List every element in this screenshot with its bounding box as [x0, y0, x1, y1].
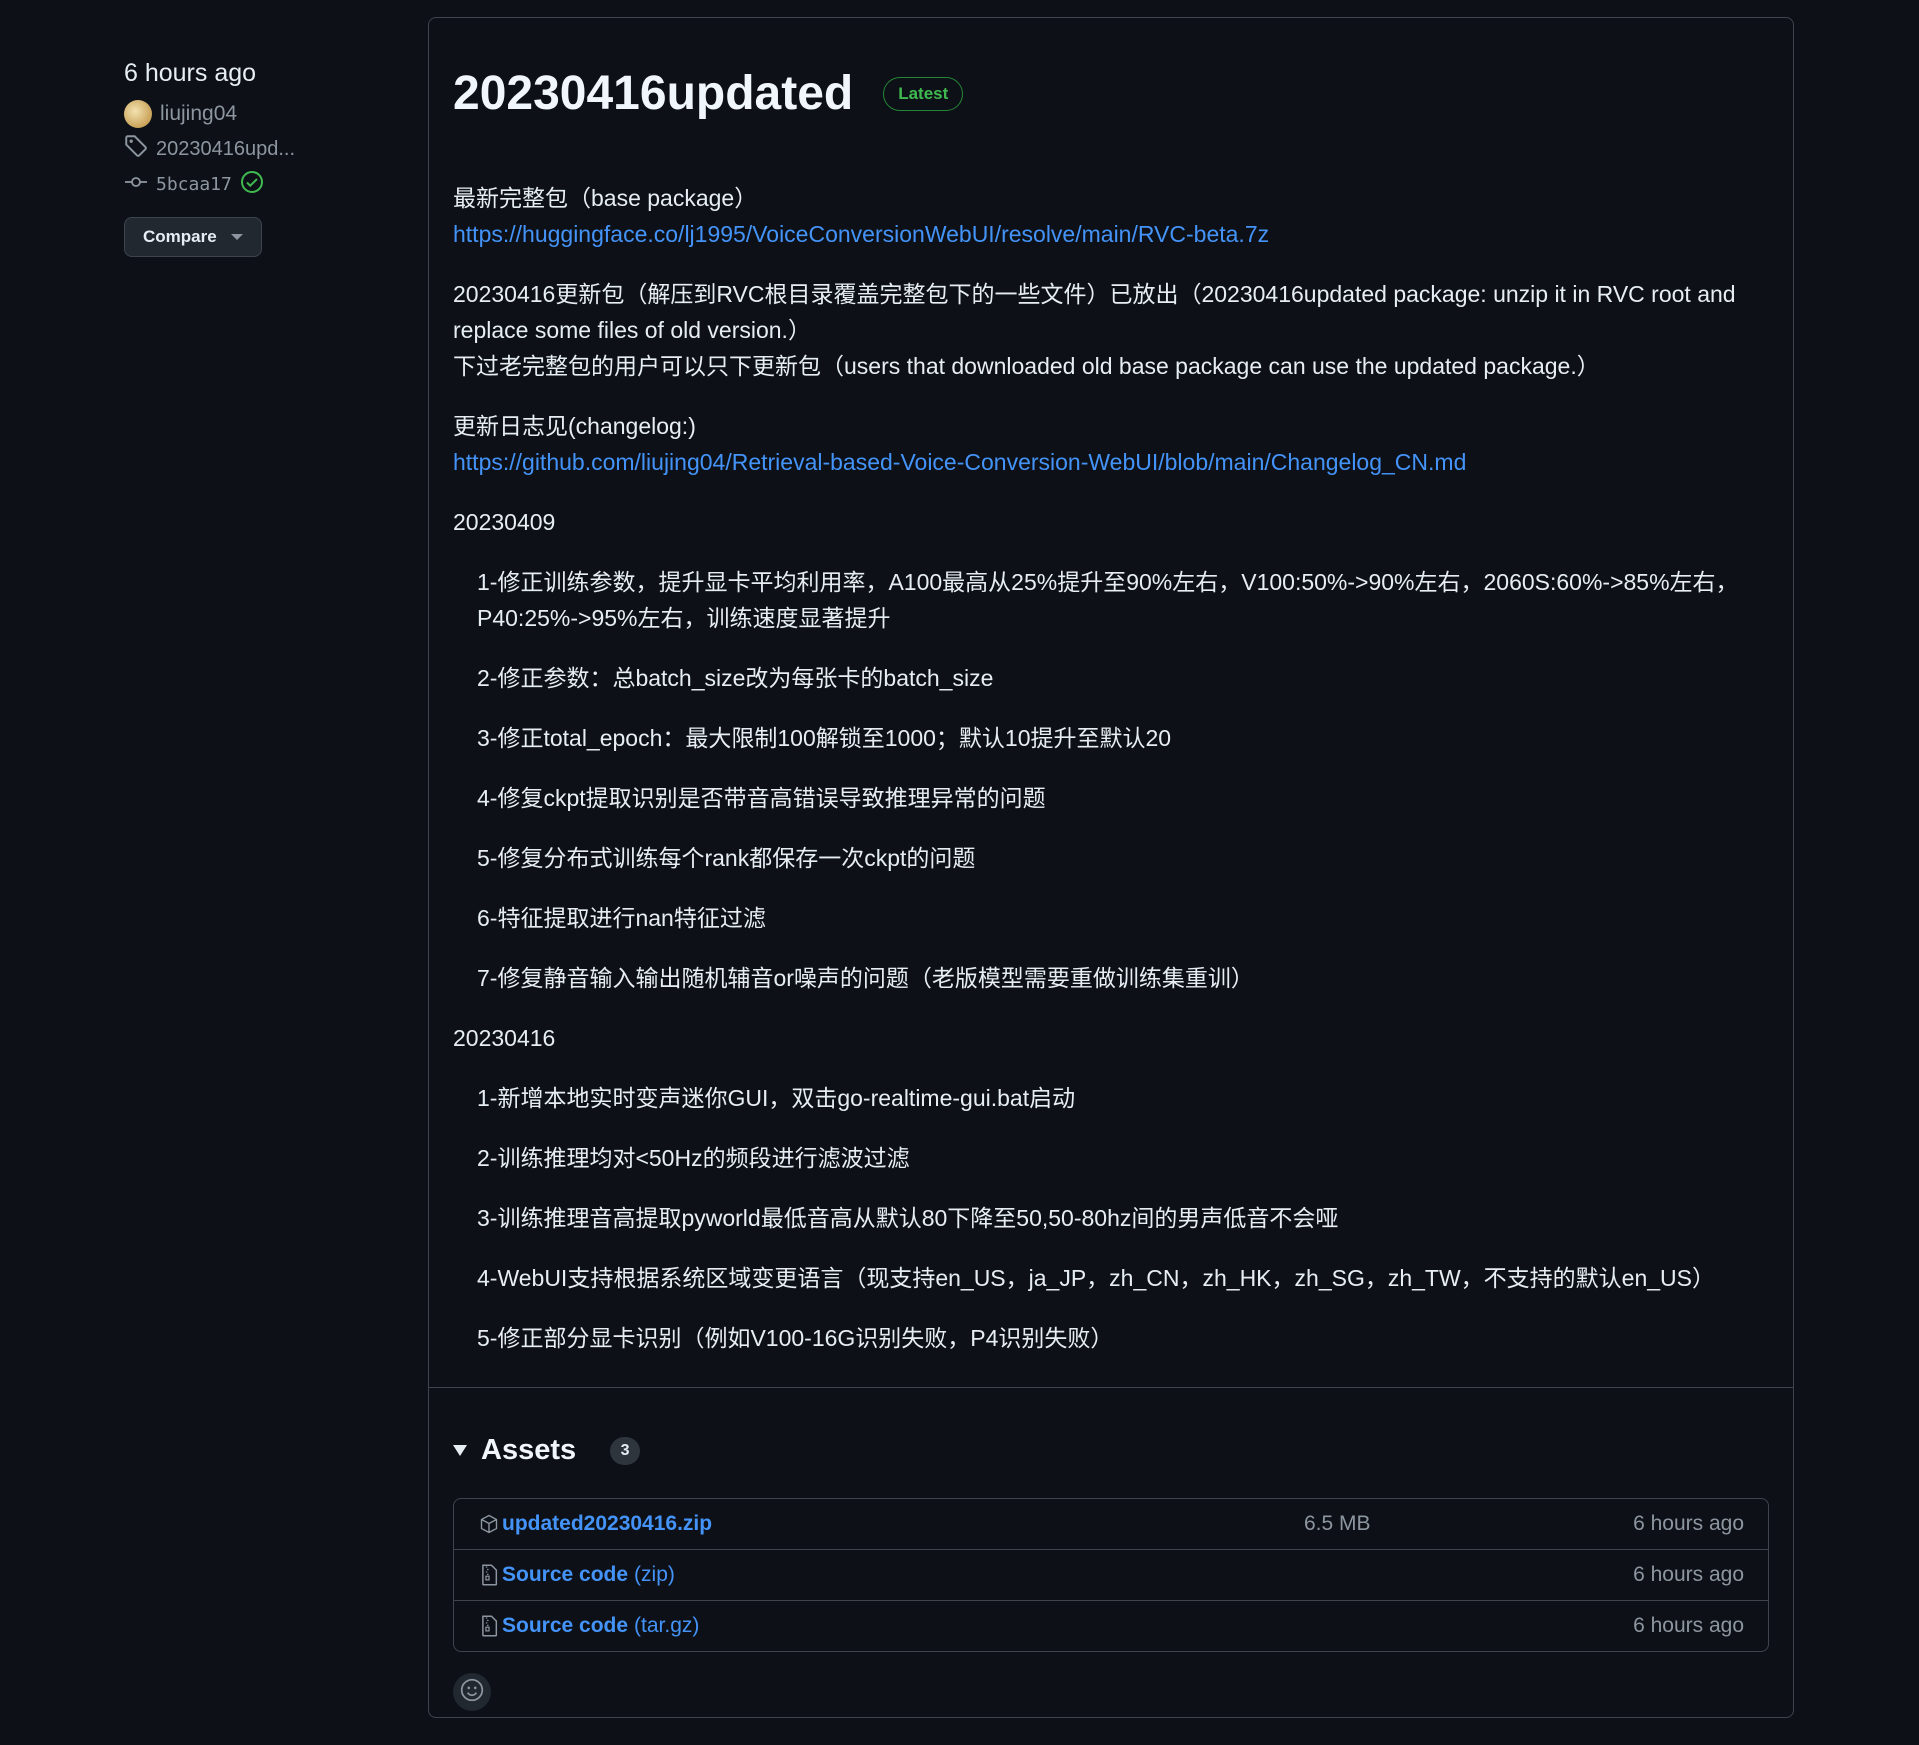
divider	[429, 1387, 1793, 1388]
asset-link-zip[interactable]: updated20230416.zip	[502, 1512, 712, 1536]
source-code-zip-link[interactable]: Source code	[502, 1563, 628, 1587]
release-notes: 最新完整包（base package） https://huggingface.…	[453, 180, 1753, 1380]
base-package-text: 最新完整包（base package）	[453, 185, 758, 211]
list-item: 3-训练推理音高提取pyworld最低音高从默认80下降至50,50-80hz间…	[477, 1205, 1339, 1231]
list-item: 3-修正total_epoch：最大限制100解锁至1000；默认10提升至默认…	[477, 725, 1172, 751]
author-name: liujing04	[160, 102, 238, 125]
package-icon	[478, 1512, 500, 1536]
asset-time: 6 hours ago	[1633, 1563, 1744, 1586]
git-commit-icon	[124, 174, 148, 195]
release-header: 20230416updated Latest	[453, 66, 964, 121]
section-title-20230409: 20230409	[453, 509, 556, 535]
asset-size: 6.5 MB	[1304, 1512, 1371, 1535]
list-item: 4-修复ckpt提取识别是否带音高错误导致推理异常的问题	[477, 785, 1046, 811]
update-package-paragraph: 20230416更新包（解压到RVC根目录覆盖完整包下的一些文件）已放出（202…	[453, 276, 1753, 384]
assets-heading: Assets	[481, 1434, 577, 1466]
assets-count-badge: 3	[610, 1436, 641, 1465]
release-time: 6 hours ago	[124, 59, 257, 87]
triangle-down-icon	[453, 1445, 467, 1456]
changelog-text: 更新日志见(changelog:)	[453, 413, 696, 439]
list-item: 6-特征提取进行nan特征过滤	[477, 905, 766, 931]
tag-icon	[124, 134, 148, 164]
tag-link[interactable]: 20230416upd...	[124, 134, 424, 164]
changelog-paragraph: 更新日志见(changelog:) https://github.com/liu…	[453, 408, 1753, 480]
list-item: 2-训练推理均对<50Hz的频段进行滤波过滤	[477, 1145, 910, 1171]
base-package-link[interactable]: https://huggingface.co/lj1995/VoiceConve…	[453, 221, 1269, 247]
tag-name: 20230416upd...	[156, 137, 296, 160]
asset-time: 6 hours ago	[1633, 1614, 1744, 1637]
asset-format[interactable]: (tar.gz)	[634, 1614, 699, 1638]
author-link[interactable]: liujing04	[124, 100, 424, 128]
compare-button[interactable]: Compare	[124, 217, 262, 257]
base-package-paragraph: 最新完整包（base package） https://huggingface.…	[453, 180, 1753, 252]
list-item: 5-修正部分显卡识别（例如V100-16G识别失败，P4识别失败）	[477, 1325, 1114, 1351]
assets-list: updated20230416.zip 6.5 MB 6 hours ago S…	[453, 1498, 1769, 1652]
smiley-icon	[459, 1677, 485, 1708]
asset-format[interactable]: (zip)	[634, 1563, 675, 1587]
release-card: 20230416updated Latest 最新完整包（base packag…	[428, 17, 1794, 1718]
section-title-20230416: 20230416	[453, 1025, 556, 1051]
release-meta-sidebar: 6 hours ago liujing04 20230416upd... 5bc…	[124, 52, 424, 257]
update-package-line2: 下过老完整包的用户可以只下更新包（users that downloaded o…	[453, 353, 1600, 379]
verified-check-icon[interactable]	[240, 170, 264, 199]
release-title[interactable]: 20230416updated	[453, 66, 853, 121]
asset-row: Source code (tar.gz) 6 hours ago	[454, 1600, 1768, 1651]
list-item: 5-修复分布式训练每个rank都保存一次ckpt的问题	[477, 845, 976, 871]
list-item: 1-修正训练参数，提升显卡平均利用率，A100最高从25%提升至90%左右，V1…	[477, 569, 1739, 631]
compare-label: Compare	[143, 227, 217, 246]
asset-time: 6 hours ago	[1633, 1512, 1744, 1535]
latest-badge: Latest	[883, 76, 964, 111]
chevron-down-icon	[230, 234, 243, 240]
list-item: 1-新增本地实时变声迷你GUI，双击go-realtime-gui.bat启动	[477, 1085, 1076, 1111]
file-zip-icon	[478, 1614, 500, 1638]
list-item: 2-修正参数：总batch_size改为每张卡的batch_size	[477, 665, 994, 691]
file-zip-icon	[478, 1563, 500, 1587]
source-code-targz-link[interactable]: Source code	[502, 1614, 628, 1638]
commit-link[interactable]: 5bcaa17	[124, 170, 424, 199]
asset-row: updated20230416.zip 6.5 MB 6 hours ago	[454, 1499, 1768, 1549]
list-item: 7-修复静音输入输出随机辅音or噪声的问题（老版模型需要重做训练集重训）	[477, 965, 1254, 991]
add-reaction-button[interactable]	[453, 1673, 491, 1711]
assets-toggle[interactable]: Assets 3	[453, 1434, 641, 1467]
changelog-link[interactable]: https://github.com/liujing04/Retrieval-b…	[453, 449, 1466, 475]
avatar	[124, 100, 152, 128]
list-item: 4-WebUI支持根据系统区域变更语言（现支持en_US，ja_JP，zh_CN…	[477, 1265, 1716, 1291]
asset-row: Source code (zip) 6 hours ago	[454, 1549, 1768, 1600]
commit-sha: 5bcaa17	[156, 174, 232, 195]
update-package-line1: 20230416更新包（解压到RVC根目录覆盖完整包下的一些文件）已放出（202…	[453, 281, 1736, 343]
